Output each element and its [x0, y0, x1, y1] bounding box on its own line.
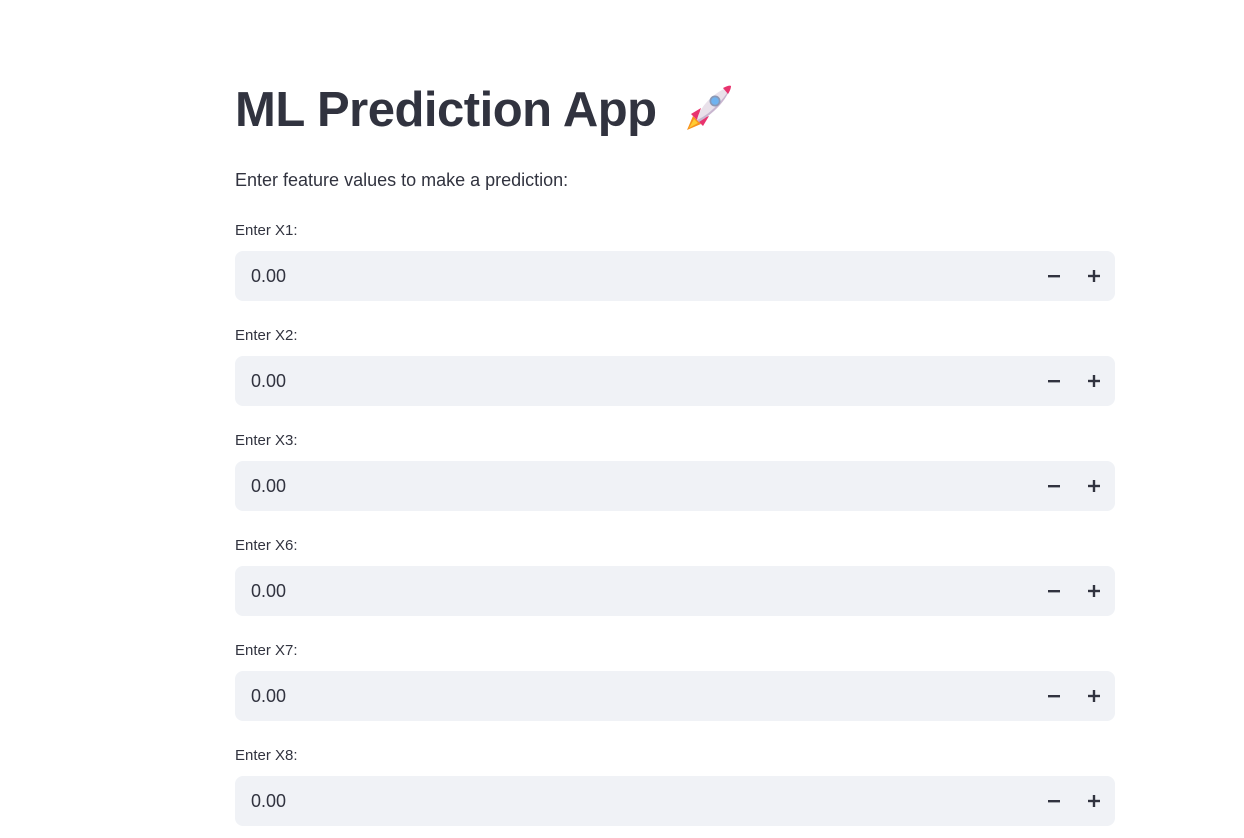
decrement-button[interactable] — [1034, 461, 1074, 511]
plus-icon — [1088, 375, 1100, 387]
decrement-button[interactable] — [1034, 566, 1074, 616]
plus-icon — [1088, 585, 1100, 597]
number-input-x2[interactable]: 0.00 — [235, 356, 1115, 406]
stepper-controls — [1034, 356, 1114, 406]
stepper-controls — [1034, 461, 1114, 511]
number-input-x8[interactable]: 0.00 — [235, 776, 1115, 826]
number-input-value[interactable]: 0.00 — [235, 791, 1034, 812]
plus-icon — [1088, 690, 1100, 702]
plus-icon — [1088, 480, 1100, 492]
increment-button[interactable] — [1074, 251, 1114, 301]
field-x7: Enter X7: 0.00 — [235, 641, 1115, 721]
stepper-controls — [1034, 671, 1114, 721]
number-input-value[interactable]: 0.00 — [235, 266, 1034, 287]
number-input-x6[interactable]: 0.00 — [235, 566, 1115, 616]
title-row: ML Prediction App — [235, 78, 737, 142]
number-input-value[interactable]: 0.00 — [235, 686, 1034, 707]
number-input-value[interactable]: 0.00 — [235, 476, 1034, 497]
minus-icon — [1048, 380, 1060, 383]
increment-button[interactable] — [1074, 566, 1114, 616]
number-input-value[interactable]: 0.00 — [235, 581, 1034, 602]
increment-button[interactable] — [1074, 356, 1114, 406]
field-label: Enter X7: — [235, 642, 298, 659]
page-title: ML Prediction App — [235, 83, 657, 137]
decrement-button[interactable] — [1034, 356, 1074, 406]
rocket-icon — [677, 80, 737, 140]
number-input-x7[interactable]: 0.00 — [235, 671, 1115, 721]
stepper-controls — [1034, 776, 1114, 826]
decrement-button[interactable] — [1034, 671, 1074, 721]
number-input-x1[interactable]: 0.00 — [235, 251, 1115, 301]
increment-button[interactable] — [1074, 461, 1114, 511]
decrement-button[interactable] — [1034, 251, 1074, 301]
field-label: Enter X3: — [235, 432, 298, 449]
field-x8: Enter X8: 0.00 — [235, 746, 1115, 826]
field-label: Enter X6: — [235, 537, 298, 554]
stepper-controls — [1034, 566, 1114, 616]
number-input-x3[interactable]: 0.00 — [235, 461, 1115, 511]
increment-button[interactable] — [1074, 776, 1114, 826]
decrement-button[interactable] — [1034, 776, 1074, 826]
field-x2: Enter X2: 0.00 — [235, 326, 1115, 406]
stepper-controls — [1034, 251, 1114, 301]
plus-icon — [1088, 795, 1100, 807]
increment-button[interactable] — [1074, 671, 1114, 721]
field-label: Enter X2: — [235, 327, 298, 344]
minus-icon — [1048, 695, 1060, 698]
minus-icon — [1048, 275, 1060, 278]
instructions-text: Enter feature values to make a predictio… — [235, 170, 569, 190]
field-x3: Enter X3: 0.00 — [235, 431, 1115, 511]
field-label: Enter X8: — [235, 747, 298, 764]
field-x1: Enter X1: 0.00 — [235, 221, 1115, 301]
number-input-value[interactable]: 0.00 — [235, 371, 1034, 392]
minus-icon — [1048, 485, 1060, 488]
plus-icon — [1088, 270, 1100, 282]
field-label: Enter X1: — [235, 222, 298, 239]
minus-icon — [1048, 800, 1060, 803]
minus-icon — [1048, 590, 1060, 593]
field-x6: Enter X6: 0.00 — [235, 536, 1115, 616]
